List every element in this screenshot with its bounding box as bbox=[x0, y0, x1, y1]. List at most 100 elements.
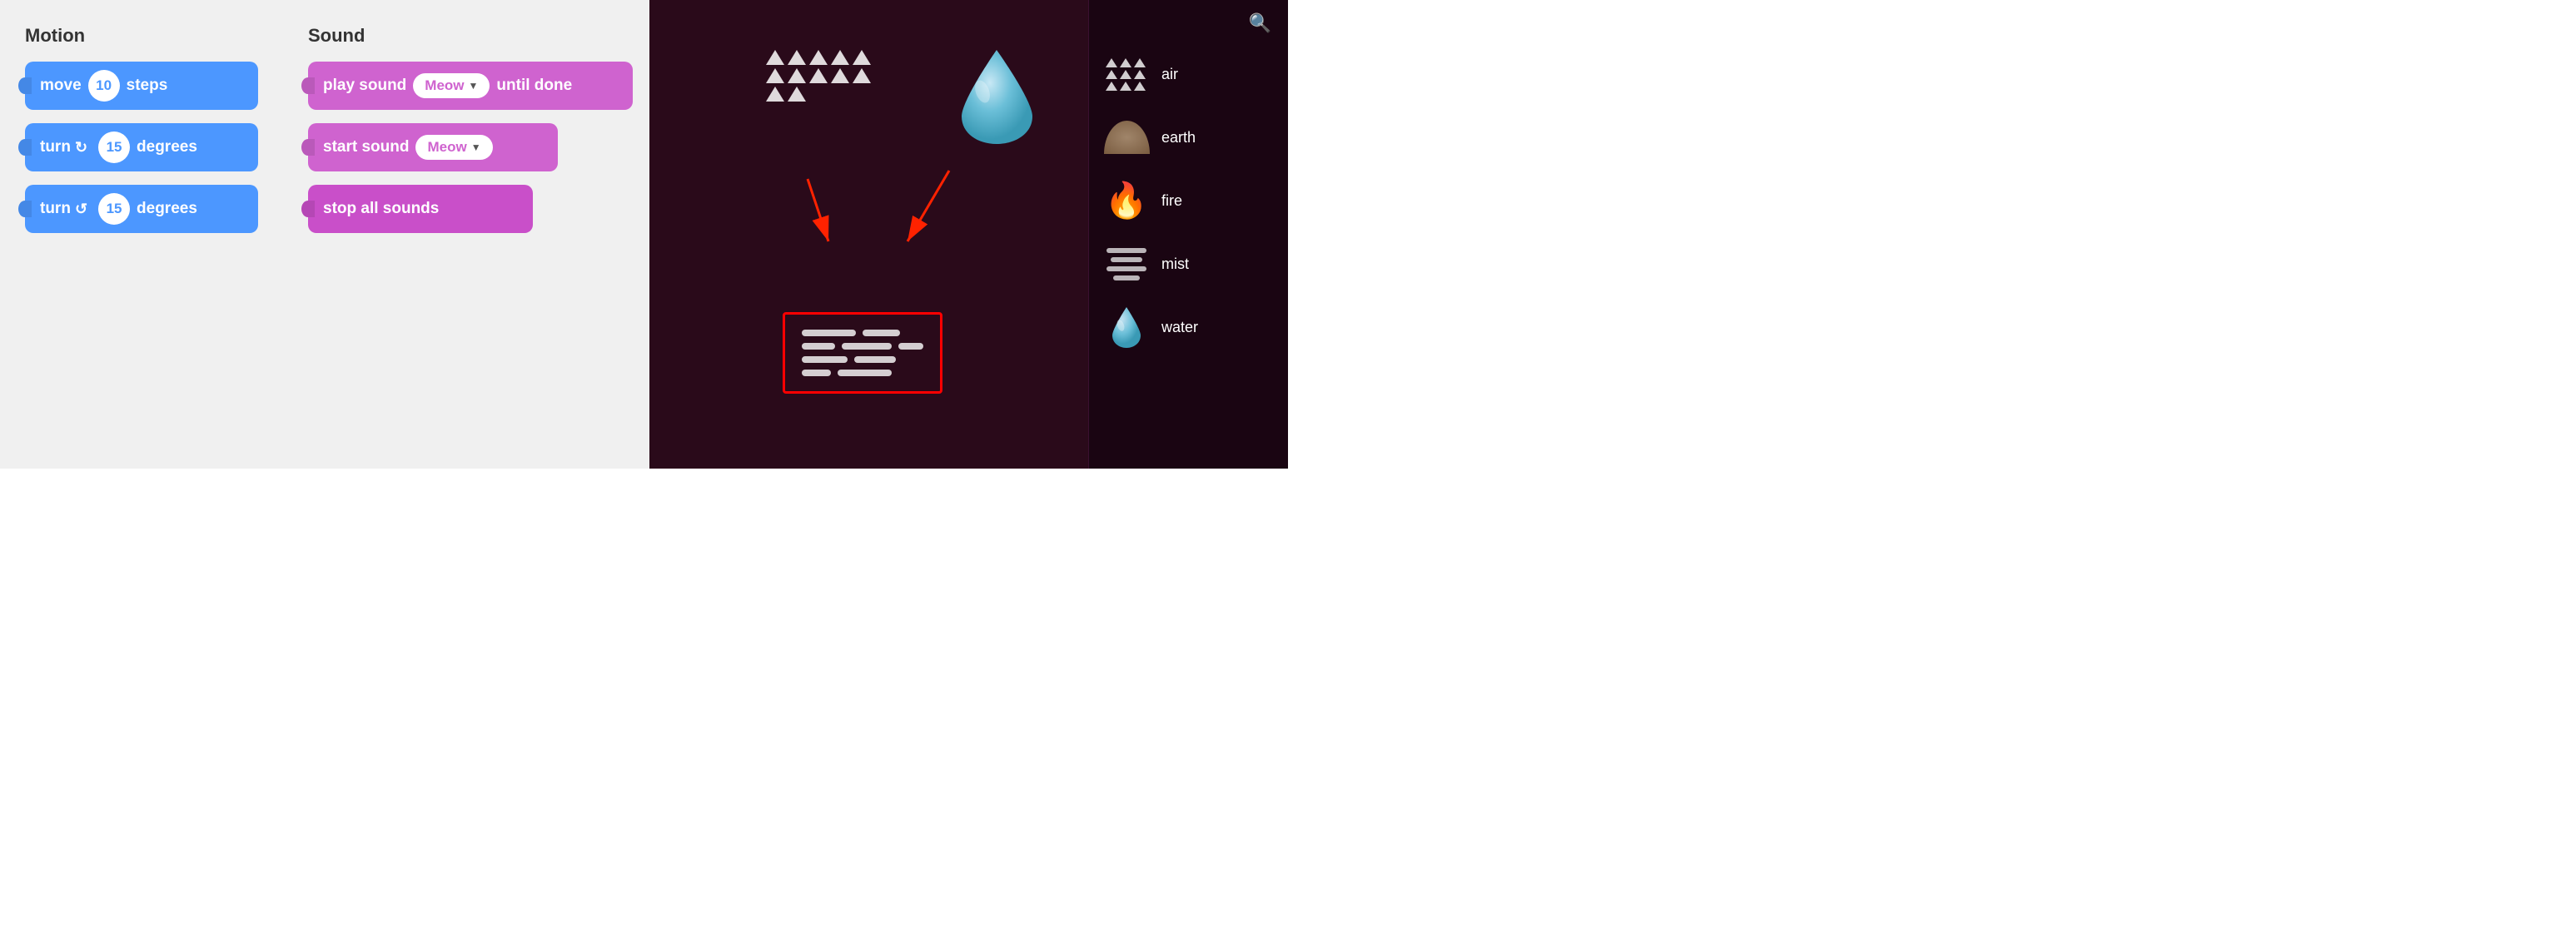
sprite-name-water: water bbox=[1161, 319, 1198, 336]
sprite-name-fire: fire bbox=[1161, 192, 1182, 210]
air-sprite-canvas bbox=[766, 50, 874, 102]
mini-tri-8 bbox=[1120, 82, 1131, 91]
mist-line-4b bbox=[838, 370, 892, 376]
turn-cw-label: turn bbox=[40, 138, 71, 156]
mist-spr-line-1 bbox=[1106, 248, 1146, 253]
mist-line-3b bbox=[854, 356, 896, 363]
move-steps-value[interactable]: 10 bbox=[88, 70, 120, 102]
turn-ccw-degrees-value[interactable]: 15 bbox=[98, 193, 130, 225]
sprite-item-earth[interactable]: earth bbox=[1089, 106, 1288, 169]
move-label: move bbox=[40, 77, 82, 95]
right-panel: 🔍 air bbox=[649, 0, 1288, 469]
mist-spr-line-3 bbox=[1106, 266, 1146, 271]
sound-section: Sound play sound Meow ▼ until done start… bbox=[308, 25, 633, 452]
mini-tri-2 bbox=[1120, 58, 1131, 67]
stop-all-sounds-block[interactable]: stop all sounds bbox=[308, 185, 533, 233]
sprite-item-air[interactable]: air bbox=[1089, 42, 1288, 106]
fire-sprite-thumb: 🔥 bbox=[1102, 176, 1151, 226]
tri-5 bbox=[853, 50, 871, 65]
play-sound-label: play sound bbox=[323, 77, 406, 95]
mist-line-2a bbox=[802, 343, 835, 350]
mini-tri-7 bbox=[1106, 82, 1117, 91]
play-sound-dropdown-value: Meow bbox=[425, 77, 464, 94]
mist-sprite-thumb bbox=[1102, 239, 1151, 289]
tri-3 bbox=[809, 50, 828, 65]
water-sprite-svg bbox=[1111, 305, 1142, 349]
tri-12 bbox=[788, 87, 806, 102]
arrow-air bbox=[808, 179, 828, 241]
sprite-search-bar: 🔍 bbox=[1089, 8, 1288, 42]
mist-line-2c bbox=[898, 343, 923, 350]
until-done-label: until done bbox=[496, 77, 572, 95]
water-sprite-canvas bbox=[957, 46, 1037, 150]
start-sound-block[interactable]: start sound Meow ▼ bbox=[308, 123, 558, 171]
steps-label: steps bbox=[127, 77, 168, 95]
mini-tri-3 bbox=[1134, 58, 1146, 67]
left-panel: Motion move 10 steps turn ↻ 15 degrees t… bbox=[0, 0, 649, 469]
mist-sprite-canvas bbox=[783, 312, 942, 394]
play-sound-block[interactable]: play sound Meow ▼ until done bbox=[308, 62, 633, 110]
sprite-item-mist[interactable]: mist bbox=[1089, 232, 1288, 295]
stop-all-sounds-label: stop all sounds bbox=[323, 200, 439, 218]
sprite-panel: 🔍 air bbox=[1088, 0, 1288, 469]
start-sound-dropdown[interactable]: Meow ▼ bbox=[415, 135, 492, 160]
mist-line-1a bbox=[802, 330, 856, 336]
sound-blocks: play sound Meow ▼ until done start sound… bbox=[308, 62, 633, 233]
water-sprite-thumb bbox=[1102, 302, 1151, 352]
turn-ccw-label: turn bbox=[40, 200, 71, 218]
mist-line-1b bbox=[863, 330, 900, 336]
mini-tri-9 bbox=[1134, 82, 1146, 91]
turn-cw-degrees-label: degrees bbox=[137, 138, 197, 156]
tri-11 bbox=[766, 87, 784, 102]
arrow-water bbox=[908, 171, 949, 241]
canvas-area bbox=[649, 0, 1088, 469]
tri-6 bbox=[766, 68, 784, 83]
turn-ccw-block[interactable]: turn ↺ 15 degrees bbox=[25, 185, 258, 233]
search-icon[interactable]: 🔍 bbox=[1249, 12, 1271, 34]
tri-7 bbox=[788, 68, 806, 83]
sprite-item-fire[interactable]: 🔥 fire bbox=[1089, 169, 1288, 232]
earth-mound-shape bbox=[1104, 121, 1150, 154]
mini-tri-4 bbox=[1106, 70, 1117, 79]
play-sound-dropdown[interactable]: Meow ▼ bbox=[413, 73, 490, 98]
tri-8 bbox=[809, 68, 828, 83]
start-sound-dropdown-arrow: ▼ bbox=[471, 141, 481, 153]
turn-ccw-icon: ↺ bbox=[75, 201, 87, 218]
tri-2 bbox=[788, 50, 806, 65]
move-block[interactable]: move 10 steps bbox=[25, 62, 258, 110]
turn-cw-block[interactable]: turn ↻ 15 degrees bbox=[25, 123, 258, 171]
mist-row-2 bbox=[802, 343, 923, 350]
start-sound-dropdown-value: Meow bbox=[427, 139, 466, 156]
turn-cw-icon: ↻ bbox=[75, 139, 87, 156]
mist-row-3 bbox=[802, 356, 923, 363]
play-sound-dropdown-arrow: ▼ bbox=[469, 80, 479, 92]
sprite-name-mist: mist bbox=[1161, 256, 1189, 273]
tri-9 bbox=[831, 68, 849, 83]
mist-lines-group bbox=[802, 330, 923, 376]
fire-emoji-icon: 🔥 bbox=[1105, 181, 1148, 221]
sound-title: Sound bbox=[308, 25, 633, 47]
mist-spr-line-4 bbox=[1113, 275, 1140, 280]
mist-spr-line-2 bbox=[1111, 257, 1142, 262]
earth-sprite-thumb bbox=[1102, 112, 1151, 162]
mist-line-3a bbox=[802, 356, 848, 363]
mini-tri-6 bbox=[1134, 70, 1146, 79]
mini-tri-1 bbox=[1106, 58, 1117, 67]
mist-sprite-lines bbox=[1106, 248, 1146, 280]
motion-title: Motion bbox=[25, 25, 258, 47]
turn-cw-degrees-value[interactable]: 15 bbox=[98, 132, 130, 163]
mist-line-4a bbox=[802, 370, 831, 376]
motion-section: Motion move 10 steps turn ↻ 15 degrees t… bbox=[25, 25, 258, 452]
tri-4 bbox=[831, 50, 849, 65]
start-sound-label: start sound bbox=[323, 138, 409, 156]
sprite-name-earth: earth bbox=[1161, 129, 1196, 146]
mini-tri-5 bbox=[1120, 70, 1131, 79]
sprite-item-water[interactable]: water bbox=[1089, 295, 1288, 359]
tri-10 bbox=[853, 68, 871, 83]
water-drop-svg bbox=[957, 46, 1037, 146]
mist-row-4 bbox=[802, 370, 923, 376]
sprite-name-air: air bbox=[1161, 66, 1178, 83]
mist-line-2b bbox=[842, 343, 892, 350]
tri-1 bbox=[766, 50, 784, 65]
mist-row-1 bbox=[802, 330, 923, 336]
